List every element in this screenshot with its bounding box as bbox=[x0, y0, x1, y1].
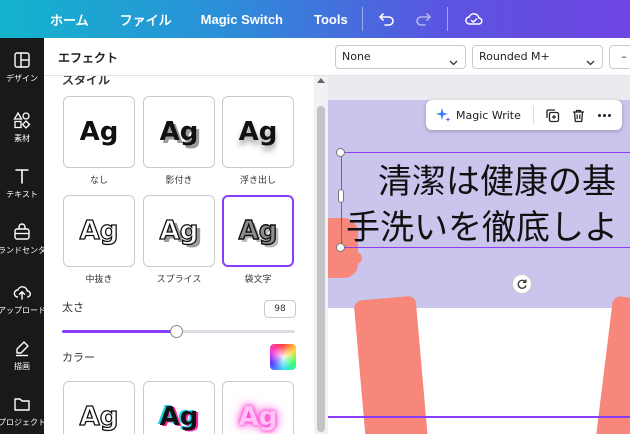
rail-label: ブランドセンター bbox=[0, 246, 44, 255]
chevron-down-icon bbox=[586, 53, 595, 75]
rail-label: 素材 bbox=[14, 134, 30, 143]
style-tile-outline-selected[interactable]: Ag bbox=[222, 195, 294, 267]
rail-item-design[interactable]: デザイン bbox=[0, 50, 44, 84]
rail-item-projects[interactable]: プロジェクト bbox=[0, 394, 44, 428]
rail-label: プロジェクト bbox=[0, 418, 44, 427]
file-menu[interactable]: ファイル bbox=[120, 10, 172, 29]
rail-label: テキスト bbox=[6, 190, 38, 199]
folder-icon bbox=[12, 394, 32, 414]
hand-illustration bbox=[344, 252, 362, 264]
style-sample: Ag bbox=[159, 402, 199, 432]
thickness-label: 太さ bbox=[62, 301, 84, 314]
canvas-heading-line-1[interactable]: 清潔は健康の基 bbox=[378, 154, 616, 203]
magic-write-label: Magic Write bbox=[456, 108, 521, 122]
duplicate-icon[interactable] bbox=[545, 107, 561, 123]
left-rail: デザイン 素材 テキスト ブランドセンター アップロード 描画 プロジェクト bbox=[0, 38, 44, 434]
draw-icon bbox=[12, 338, 32, 358]
rail-item-draw[interactable]: 描画 bbox=[0, 338, 44, 372]
undo-icon[interactable] bbox=[377, 9, 397, 29]
rotate-icon bbox=[517, 279, 527, 289]
arm-illustration bbox=[595, 295, 630, 434]
style-tile-shadow[interactable]: Ag bbox=[143, 96, 215, 168]
topbar-divider bbox=[361, 7, 363, 31]
canvas-area: None Rounded M+ – 清潔は健康の基 手洗いを徹底しよ Magic bbox=[328, 38, 630, 434]
page-border bbox=[328, 416, 630, 418]
rail-label: デザイン bbox=[6, 74, 38, 83]
style-sample: Ag bbox=[238, 402, 278, 432]
effect-select[interactable]: None bbox=[335, 45, 466, 69]
scroll-up-arrow-icon[interactable] bbox=[317, 78, 325, 83]
panel-header: エフェクト bbox=[44, 38, 328, 76]
rotate-button[interactable] bbox=[512, 274, 532, 294]
style-tile-neon[interactable]: Ag bbox=[222, 381, 294, 434]
toolbar-divider bbox=[532, 106, 534, 124]
magic-write-button[interactable]: Magic Write bbox=[435, 107, 521, 123]
style-sample: Ag bbox=[159, 117, 199, 147]
font-select[interactable]: Rounded M+ bbox=[472, 45, 603, 69]
text-toolbar: None Rounded M+ – bbox=[328, 38, 630, 76]
style-tile-hollow[interactable]: Ag bbox=[63, 195, 135, 267]
top-bar: ホーム ファイル Magic Switch Tools bbox=[0, 0, 630, 38]
style-label: 影付き bbox=[165, 176, 193, 186]
chevron-down-icon bbox=[449, 53, 458, 75]
resize-handle[interactable] bbox=[336, 148, 345, 157]
style-tile-none[interactable]: Ag bbox=[63, 96, 135, 168]
panel-scrollbar[interactable] bbox=[314, 76, 328, 434]
resize-handle[interactable] bbox=[336, 243, 345, 252]
rail-item-upload[interactable]: アップロード bbox=[0, 282, 44, 316]
style-tile-echo[interactable]: Ag bbox=[63, 381, 135, 434]
thickness-value-input[interactable]: 98 bbox=[264, 300, 296, 318]
font-select-value: Rounded M+ bbox=[479, 50, 550, 63]
rail-item-brand[interactable]: ブランドセンター bbox=[0, 222, 44, 256]
style-tile-lift[interactable]: Ag bbox=[222, 96, 294, 168]
style-sample: Ag bbox=[238, 117, 278, 147]
effects-panel: エフェクト スタイル Ag なし Ag 影付き Ag 浮き出し Ag 中抜き A… bbox=[44, 38, 328, 434]
style-tile-glitch[interactable]: Ag bbox=[143, 381, 215, 434]
design-page[interactable]: 清潔は健康の基 手洗いを徹底しよ bbox=[328, 100, 630, 434]
home-menu[interactable]: ホーム bbox=[50, 10, 89, 29]
resize-handle[interactable] bbox=[338, 189, 344, 203]
magic-switch-menu[interactable]: Magic Switch bbox=[201, 12, 283, 27]
cloud-saved-icon[interactable] bbox=[464, 9, 484, 29]
arm-illustration bbox=[353, 295, 429, 434]
style-sample: Ag bbox=[238, 215, 278, 246]
slider-knob[interactable] bbox=[170, 325, 184, 338]
rail-label: アップロード bbox=[0, 306, 44, 315]
rail-item-text[interactable]: テキスト bbox=[0, 166, 44, 200]
rail-item-elements[interactable]: 素材 bbox=[0, 110, 44, 144]
trash-icon[interactable] bbox=[571, 107, 587, 123]
style-label: 中抜き bbox=[85, 275, 113, 285]
layout-icon bbox=[12, 50, 32, 70]
size-select-value: – bbox=[621, 50, 627, 63]
text-icon bbox=[12, 166, 32, 186]
rail-label: 描画 bbox=[14, 362, 30, 371]
style-label: なし bbox=[89, 176, 108, 186]
thickness-slider[interactable] bbox=[62, 325, 295, 338]
font-size-decrease[interactable]: – bbox=[609, 45, 630, 69]
style-label: 袋文字 bbox=[244, 275, 272, 285]
canvas-heading-line-2[interactable]: 手洗いを徹底しよ bbox=[346, 200, 618, 249]
slider-fill bbox=[62, 330, 177, 333]
upload-icon bbox=[12, 282, 32, 302]
tools-menu[interactable]: Tools bbox=[314, 12, 348, 27]
floating-context-toolbar: Magic Write bbox=[426, 100, 622, 130]
redo-icon[interactable] bbox=[413, 9, 433, 29]
scroll-thumb[interactable] bbox=[317, 106, 325, 432]
style-sample: Ag bbox=[79, 401, 119, 432]
more-options-icon[interactable] bbox=[597, 107, 613, 123]
style-sample: Ag bbox=[79, 117, 119, 147]
style-tile-splice[interactable]: Ag bbox=[143, 195, 215, 267]
color-label: カラー bbox=[62, 351, 95, 364]
color-picker-swatch[interactable] bbox=[270, 344, 296, 370]
brand-icon bbox=[12, 222, 32, 242]
effect-select-value: None bbox=[342, 50, 371, 63]
panel-title: エフェクト bbox=[58, 51, 119, 65]
sparkle-icon bbox=[436, 108, 451, 122]
style-sample: Ag bbox=[79, 215, 119, 246]
topbar-divider bbox=[446, 7, 448, 31]
style-label: スプライス bbox=[156, 275, 202, 285]
style-label: 浮き出し bbox=[239, 176, 276, 186]
shapes-icon bbox=[12, 110, 32, 130]
style-sample: Ag bbox=[159, 215, 199, 246]
